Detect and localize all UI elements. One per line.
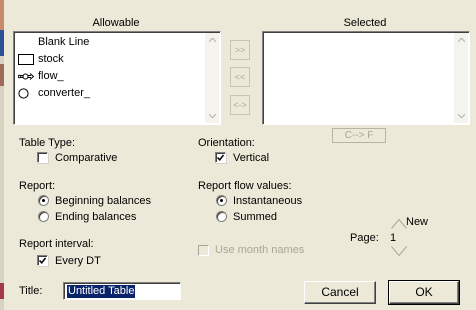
converter-icon bbox=[18, 88, 34, 99]
scroll-down-icon[interactable] bbox=[205, 109, 219, 123]
every-dt-label: Every DT bbox=[55, 255, 101, 267]
selected-header: Selected bbox=[343, 17, 387, 29]
ending-balances-radio[interactable] bbox=[38, 211, 49, 222]
selected-list[interactable] bbox=[262, 31, 470, 125]
list-item-flow[interactable]: flow_ bbox=[16, 68, 90, 85]
scroll-up-icon[interactable] bbox=[454, 33, 468, 47]
title-input-value: Untitled Table bbox=[67, 285, 136, 298]
stock-icon bbox=[18, 54, 34, 65]
vertical-label: Vertical bbox=[233, 152, 270, 164]
instantaneous-radio[interactable] bbox=[216, 195, 227, 206]
window-edge-strip bbox=[0, 0, 4, 310]
report-interval-label: Report interval: bbox=[19, 238, 94, 250]
summed-label: Summed bbox=[233, 211, 278, 223]
every-dt-checkbox[interactable] bbox=[37, 255, 48, 266]
new-page-label: New bbox=[406, 216, 429, 228]
scroll-down-icon[interactable] bbox=[454, 109, 468, 123]
list-item-label: flow_ bbox=[38, 70, 64, 82]
remove-selected-button[interactable]: << bbox=[230, 67, 250, 87]
report-flow-label: Report flow values: bbox=[198, 180, 292, 192]
radio-dot-icon bbox=[42, 199, 45, 202]
list-item-label: converter_ bbox=[38, 87, 90, 99]
allowable-scrollbar[interactable] bbox=[205, 33, 219, 123]
comparative-label: Comparative bbox=[55, 152, 118, 164]
comparative-checkbox[interactable] bbox=[37, 152, 48, 163]
flow-icon bbox=[18, 71, 34, 82]
add-selected-button[interactable]: >> bbox=[230, 40, 250, 60]
use-month-names-label: Use month names bbox=[215, 244, 305, 256]
cancel-button[interactable]: Cancel bbox=[304, 281, 376, 304]
allowable-list[interactable]: Blank Line stock flow_ converter_ bbox=[13, 31, 221, 125]
page-up-arrow-icon[interactable] bbox=[391, 219, 407, 229]
list-item-label: stock bbox=[38, 53, 64, 65]
list-item-stock[interactable]: stock bbox=[16, 51, 90, 68]
page-number: 1 bbox=[390, 232, 397, 244]
title-label: Title: bbox=[19, 285, 43, 297]
instantaneous-label: Instantaneous bbox=[233, 195, 303, 207]
page-down-arrow-icon[interactable] bbox=[391, 246, 407, 256]
orientation-label: Orientation: bbox=[198, 137, 255, 149]
list-item-label: Blank Line bbox=[38, 36, 90, 48]
beginning-balances-radio[interactable] bbox=[38, 195, 49, 206]
beginning-balances-label: Beginning balances bbox=[55, 195, 152, 207]
ending-balances-label: Ending balances bbox=[55, 211, 137, 223]
page-label: Page: bbox=[350, 232, 379, 244]
summed-radio[interactable] bbox=[216, 211, 227, 222]
checkmark-icon bbox=[39, 257, 46, 264]
list-item-converter[interactable]: converter_ bbox=[16, 85, 90, 102]
radio-dot-icon bbox=[220, 199, 223, 202]
title-input[interactable]: Untitled Table bbox=[63, 282, 181, 300]
selected-scrollbar[interactable] bbox=[454, 33, 468, 123]
scroll-up-icon[interactable] bbox=[205, 33, 219, 47]
convert-button[interactable]: C--> F bbox=[332, 128, 386, 143]
report-label: Report: bbox=[19, 180, 56, 192]
vertical-checkbox[interactable] bbox=[215, 152, 226, 163]
use-month-names-checkbox[interactable] bbox=[198, 245, 209, 256]
list-item-blank-line[interactable]: Blank Line bbox=[16, 34, 90, 51]
ok-button[interactable]: OK bbox=[388, 280, 460, 305]
allowable-header: Allowable bbox=[92, 17, 140, 29]
checkmark-icon bbox=[217, 154, 224, 161]
table-type-label: Table Type: bbox=[19, 137, 76, 149]
swap-button[interactable]: <-> bbox=[230, 95, 250, 115]
